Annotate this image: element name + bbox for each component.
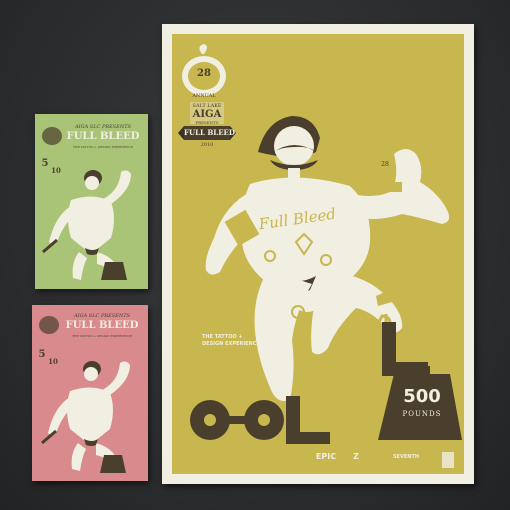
weight-value: 500 — [403, 386, 441, 407]
green-card-header-2: FULL BLEED — [66, 131, 140, 142]
green-postcard: AIGA SLC PRESENTS FULL BLEED THE TATTOO … — [35, 114, 148, 289]
badge-number: 28 — [197, 68, 211, 79]
pink-postcard: AIGA SLC PRESENTS FULL BLEED THE TATTOO … — [32, 305, 148, 481]
poster-artwork: Full Bleed 28 ANNUAL SALT LAKE AIGA PRES… — [172, 34, 464, 474]
green-card-header-1: AIGA SLC PRESENTS — [75, 124, 131, 130]
tagline-line-1: THE TATTOO + — [202, 334, 243, 340]
main-poster: Full Bleed 28 ANNUAL SALT LAKE AIGA PRES… — [162, 24, 474, 484]
sponsor-logo-2: Z — [353, 452, 359, 461]
strongman-head — [258, 116, 320, 178]
badge-subtitle: ANNUAL — [192, 93, 216, 99]
skull-badge-icon — [39, 316, 59, 334]
pink-card-illustration — [39, 316, 130, 473]
strongman-torso — [67, 387, 113, 445]
green-card-date-den: 10 — [51, 166, 61, 175]
tagline-line-2: DESIGN EXPERIENCE — [202, 341, 260, 347]
pink-card-header-1: AIGA SLC PRESENTS — [74, 313, 130, 319]
pink-card-date-den: 10 — [48, 357, 58, 366]
sponsor-logo-1: EPIC — [315, 452, 337, 461]
left-boot — [286, 396, 330, 444]
green-card-header-3: THE TATTOO + DESIGN EXPERIENCE — [72, 145, 134, 149]
pink-card-header-3: THE TATTOO + DESIGN EXPERIENCE — [71, 334, 133, 338]
dumbbell-icon — [190, 400, 284, 440]
sponsor-logo-3: SEVENTH — [392, 454, 420, 460]
pink-card-header-2: FULL BLEED — [65, 320, 139, 331]
presenter-line-2: AIGA — [192, 109, 222, 120]
badge-icon — [42, 127, 62, 145]
poster-year: 2010 — [200, 142, 214, 148]
strongman-torso — [68, 196, 114, 254]
banner-title: FULL BLEED — [184, 128, 235, 137]
strongman-illustration: Full Bleed — [178, 44, 462, 468]
star-logo-icon — [442, 452, 454, 468]
weight-unit: POUNDS — [402, 410, 442, 418]
presenter-line-3: PRESENTS — [195, 120, 219, 125]
weight-block — [101, 262, 127, 280]
weight-block — [100, 455, 126, 473]
heart-tattoo-number: 28 — [381, 161, 389, 168]
weight-block — [378, 374, 462, 440]
